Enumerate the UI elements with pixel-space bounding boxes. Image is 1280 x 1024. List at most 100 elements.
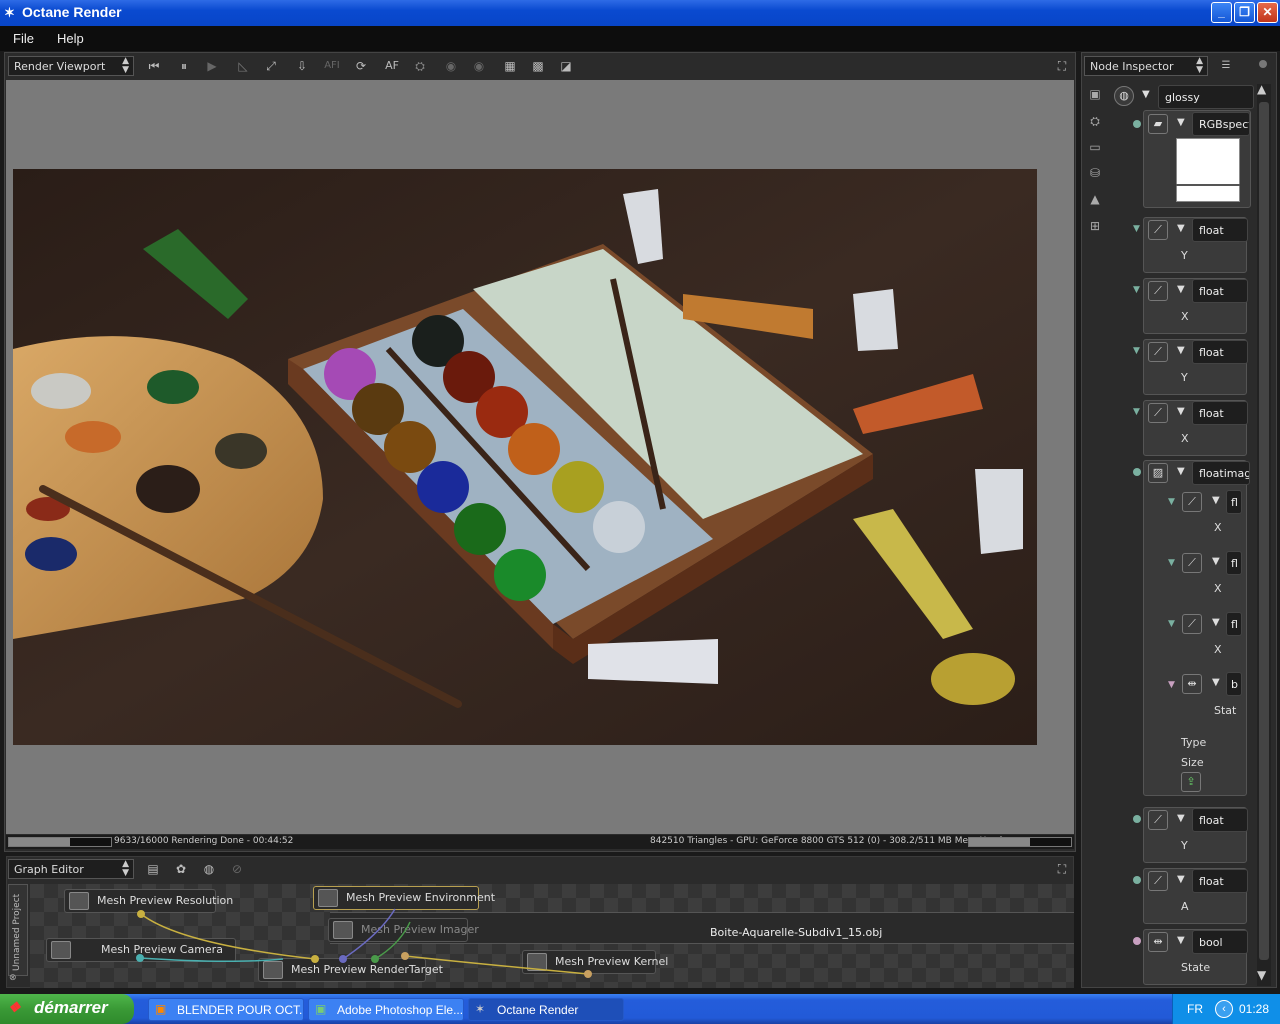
color-swatch[interactable] xyxy=(1176,138,1240,202)
upload-icon[interactable]: ⇪ xyxy=(1181,772,1201,792)
palette-node-icon[interactable]: ✿ xyxy=(171,859,191,879)
rewind-icon[interactable]: ⏮ xyxy=(144,56,164,76)
float-node-row[interactable]: float xyxy=(1192,401,1248,425)
graph-editor-select[interactable]: Graph Editor ▲ ▼ xyxy=(8,859,134,879)
bottom-expand-icon[interactable]: ▼ xyxy=(1177,874,1185,885)
b-node-row[interactable]: b xyxy=(1226,672,1242,696)
rgb-expand-icon[interactable]: ▼ xyxy=(1177,117,1185,128)
sub-expand-icon[interactable]: ▼ xyxy=(1212,556,1220,567)
float-node-row[interactable]: float xyxy=(1192,218,1248,242)
fit-icon[interactable]: ⤢ xyxy=(261,56,281,76)
bottom-node-row[interactable]: float xyxy=(1192,869,1248,893)
float-expand-icon[interactable]: ▼ xyxy=(1177,345,1185,356)
float-node-row[interactable]: float xyxy=(1192,279,1248,303)
pin-triangle: ▼ xyxy=(1168,619,1175,629)
menu-help[interactable]: Help xyxy=(57,31,84,46)
float-expand-icon[interactable]: ▼ xyxy=(1177,223,1185,234)
float-expand-icon[interactable]: ▼ xyxy=(1177,284,1185,295)
float-param-label: X xyxy=(1181,310,1189,323)
environment-tab-icon[interactable]: ⛁ xyxy=(1085,163,1105,183)
pin-triangle: ▼ xyxy=(1133,285,1140,295)
office-icon: ▣ xyxy=(155,1002,167,1016)
b-expand-icon[interactable]: ▼ xyxy=(1212,677,1220,688)
image-tab-icon[interactable]: ▣ xyxy=(1085,84,1105,104)
inspector-scrollbar[interactable]: ▲ ▼ xyxy=(1257,82,1271,986)
task-photoshop[interactable]: ▣ Adobe Photoshop Ele... xyxy=(308,998,464,1021)
floatimage-icon: ▨ xyxy=(1148,463,1168,483)
maximize-button[interactable]: ❐ xyxy=(1234,2,1255,23)
sphere-alt-icon[interactable]: ◉ xyxy=(469,56,489,76)
sphere-icon[interactable]: ◉ xyxy=(441,56,461,76)
kernel-tab-icon[interactable]: ⊞ xyxy=(1085,216,1105,236)
bottom-param-label: State xyxy=(1181,961,1211,974)
rgb-node-row[interactable]: RGBspectr xyxy=(1192,112,1250,136)
af-button[interactable]: AF xyxy=(382,56,402,76)
sphere-node-icon[interactable]: ◍ xyxy=(199,859,219,879)
start-button[interactable]: ❖ démarrer xyxy=(0,994,134,1024)
play-icon[interactable]: ▶ xyxy=(202,56,222,76)
viewport-mode-select[interactable]: Render Viewport ▲ ▼ xyxy=(8,56,134,76)
fullscreen-icon[interactable]: ⛶ xyxy=(1052,56,1072,76)
curve-icon: ⟋ xyxy=(1182,614,1202,634)
floatimage-expand-icon[interactable]: ▼ xyxy=(1177,466,1185,477)
scroll-up-icon[interactable]: ▲ xyxy=(1257,82,1266,96)
split-icon[interactable]: ◪ xyxy=(556,56,576,76)
float-param-label: X xyxy=(1181,432,1189,445)
bottom-expand-icon[interactable]: ▼ xyxy=(1177,813,1185,824)
close-tab-icon[interactable]: ⊗ xyxy=(9,973,17,983)
gpu-info-text: 842510 Triangles - GPU: GeForce 8800 GTS… xyxy=(650,836,1003,846)
tray-expand-icon[interactable]: ‹ xyxy=(1215,1000,1233,1018)
sub-node-row[interactable]: fl xyxy=(1226,612,1242,636)
bottom-param-label: Y xyxy=(1181,839,1188,852)
task-octane[interactable]: ✶ Octane Render xyxy=(468,998,624,1021)
graph-editor-label: Graph Editor xyxy=(14,863,84,876)
select-arrows-icon: ▲ ▼ xyxy=(122,56,129,75)
menu-bar: File Help xyxy=(0,26,1280,51)
delete-node-icon[interactable]: ⊘ xyxy=(227,859,247,879)
status-bar: 9633/16000 Rendering Done - 00:44:52 842… xyxy=(6,835,1074,849)
triangle-tool-icon[interactable]: ◺ xyxy=(233,56,253,76)
inspector-mode-label: Node Inspector xyxy=(1090,60,1174,73)
inspector-mode-select[interactable]: Node Inspector ▲ ▼ xyxy=(1084,56,1208,76)
project-side-tab[interactable]: Unnamed Project xyxy=(8,884,28,976)
bottom-node-row[interactable]: bool xyxy=(1192,930,1248,954)
graph-fullscreen-icon[interactable]: ⛶ xyxy=(1052,859,1072,879)
afi-button[interactable]: AFI xyxy=(322,56,342,76)
sub-node-row[interactable]: fl xyxy=(1226,551,1242,575)
graph-connections xyxy=(136,908,592,978)
sub-expand-icon[interactable]: ▼ xyxy=(1212,495,1220,506)
scroll-down-icon[interactable]: ▼ xyxy=(1257,968,1266,982)
camera-icon[interactable]: ⛭ xyxy=(410,56,430,76)
close-button[interactable]: ✕ xyxy=(1257,2,1278,23)
new-node-icon[interactable]: ▤ xyxy=(143,859,163,879)
bottom-expand-icon[interactable]: ▼ xyxy=(1177,935,1185,946)
language-indicator[interactable]: FR xyxy=(1187,1002,1203,1016)
menu-file[interactable]: File xyxy=(13,31,34,46)
grid-icon[interactable]: ▦ xyxy=(500,56,520,76)
checker-icon[interactable]: ▩ xyxy=(528,56,548,76)
float-node-row[interactable]: float xyxy=(1192,340,1248,364)
float-param-label: Y xyxy=(1181,371,1188,384)
glossy-node-row[interactable]: glossy xyxy=(1158,85,1254,109)
minimize-button[interactable]: _ xyxy=(1211,2,1232,23)
sub-param-label: X xyxy=(1214,643,1222,656)
export-icon[interactable]: ⇩ xyxy=(292,56,312,76)
bottom-node-row[interactable]: float xyxy=(1192,808,1248,832)
floatimage-node-row[interactable]: floatimage xyxy=(1192,461,1250,485)
imager-tab-icon[interactable]: ▲ xyxy=(1085,189,1105,209)
sub-expand-icon[interactable]: ▼ xyxy=(1212,617,1220,628)
camera-tab-icon[interactable]: ⛭ xyxy=(1085,111,1105,131)
sub-node-row[interactable]: fl xyxy=(1226,490,1242,514)
pause-icon[interactable]: ⏸ xyxy=(174,56,194,76)
type-label: Type xyxy=(1181,736,1207,749)
float-expand-icon[interactable]: ▼ xyxy=(1177,406,1185,417)
resolution-tab-icon[interactable]: ▭ xyxy=(1085,137,1105,157)
refresh-icon[interactable]: ⟳ xyxy=(351,56,371,76)
task-blender[interactable]: ▣ BLENDER POUR OCT... xyxy=(148,998,304,1021)
windows-logo-icon: ❖ xyxy=(8,999,21,1015)
inspector-options-icon[interactable]: ☰ xyxy=(1216,56,1236,76)
scroll-thumb[interactable] xyxy=(1259,102,1269,960)
pin-icon[interactable] xyxy=(1259,60,1267,68)
curve-icon: ⟋ xyxy=(1182,492,1202,512)
glossy-expand-icon[interactable]: ▼ xyxy=(1142,89,1150,100)
